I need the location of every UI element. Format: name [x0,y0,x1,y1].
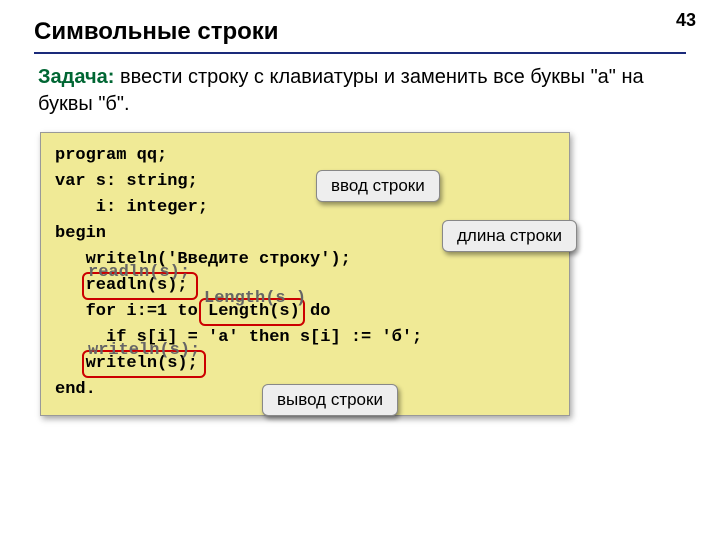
task-text: Задача: ввести строку с клавиатуры и зам… [38,64,686,118]
callout-output: вывод строки [262,384,398,416]
overlay-readln: readln(s); [88,263,190,282]
page-number: 43 [676,10,696,31]
overlay-writeln: writeln(s); [88,341,200,360]
slide: 43 Символьные строки Задача: ввести стро… [0,0,720,540]
slide-title: Символьные строки [34,18,686,46]
title-underline [34,52,686,54]
overlay-length: Length(s ) [204,290,306,307]
callout-input: ввод строки [316,170,440,202]
task-body: ввести строку с клавиатуры и заменить вс… [38,66,644,115]
code-area: program qq; var s: string; i: integer; b… [40,132,570,416]
callout-length: длина строки [442,220,577,252]
task-label: Задача: [38,66,114,88]
